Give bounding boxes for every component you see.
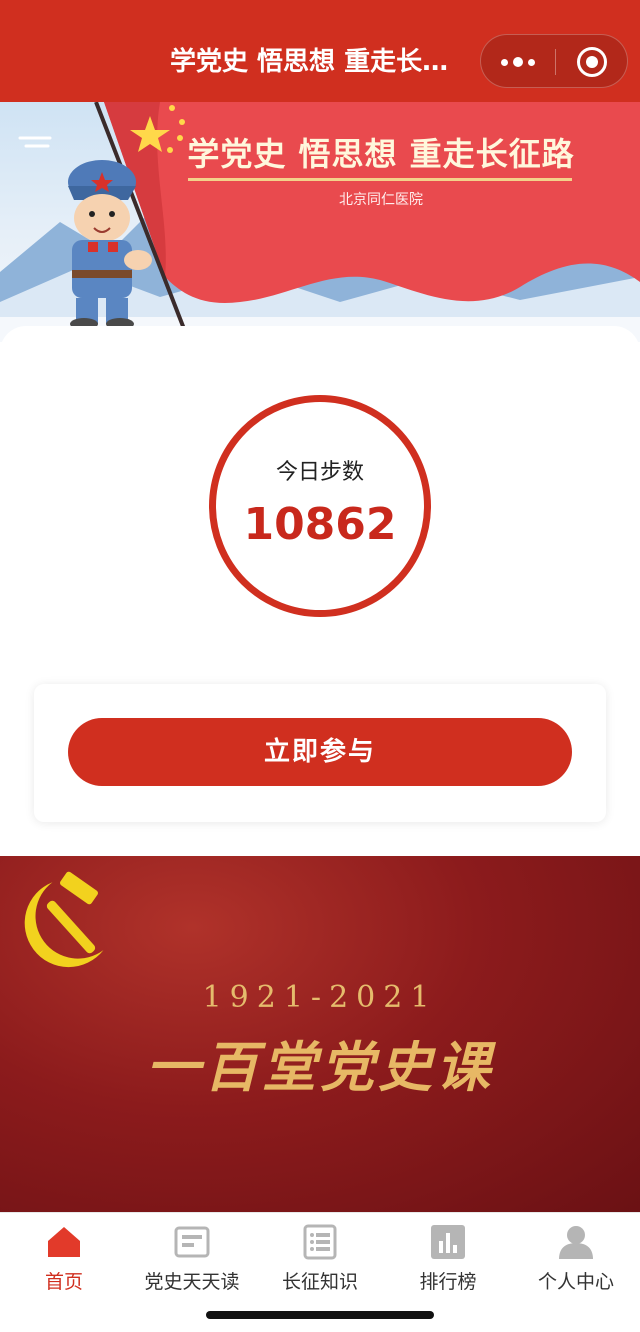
tab-label: 个人中心 <box>537 1271 614 1293</box>
step-label: 今日步数 <box>275 460 364 485</box>
tab-daily-reading[interactable]: 党史天天读 <box>128 1213 256 1303</box>
home-indicator <box>206 1311 434 1319</box>
tab-home[interactable]: 首页 <box>0 1213 128 1303</box>
banner-title: 学党史 悟思想 重走长征路 <box>187 135 575 173</box>
tab-ranking[interactable]: 排行榜 <box>384 1213 512 1303</box>
tab-label: 长征知识 <box>281 1271 358 1293</box>
join-panel: 立即参与 <box>34 684 606 822</box>
capsule-divider <box>555 49 556 75</box>
tab-label: 首页 <box>44 1271 83 1293</box>
tab-label: 党史天天读 <box>144 1271 240 1293</box>
page-title: 学党史 悟思想 重走长征路 <box>170 47 470 77</box>
banner-subtitle: 北京同仁医院 <box>339 192 423 208</box>
capsule-menu <box>480 34 628 88</box>
ranking-chart-icon <box>431 1225 465 1259</box>
step-counter-ring: 今日步数 10862 <box>209 395 431 617</box>
step-card: 今日步数 10862 立即参与 <box>0 326 640 856</box>
campaign-banner: 学党史 悟思想 重走长征路 北京同仁医院 <box>0 102 640 342</box>
mini-program-header: 学党史 悟思想 重走长征路 <box>0 0 640 102</box>
lesson-title: 一百堂党史课 <box>146 1035 494 1099</box>
bottom-tab-bar: 首页 党史天天读 长征知识 排行榜 个人中心 <box>0 1212 640 1332</box>
reading-icon <box>174 1226 210 1258</box>
target-close-icon[interactable] <box>577 47 607 77</box>
join-now-button[interactable]: 立即参与 <box>68 718 572 786</box>
knowledge-list-icon <box>303 1224 337 1260</box>
more-dots-icon[interactable] <box>481 35 555 89</box>
party-history-lesson-banner[interactable]: 1921-2021 一百堂党史课 <box>0 856 640 1212</box>
banner-underline <box>188 178 572 181</box>
user-profile-icon <box>559 1226 593 1259</box>
tab-long-march-knowledge[interactable]: 长征知识 <box>256 1213 384 1303</box>
tab-profile[interactable]: 个人中心 <box>512 1213 640 1303</box>
home-icon <box>48 1227 80 1257</box>
step-count: 10862 <box>243 499 397 550</box>
hammer-sickle-icon <box>24 871 104 968</box>
lesson-years: 1921-2021 <box>202 980 438 1015</box>
tab-label: 排行榜 <box>419 1271 477 1293</box>
page: 学党史 悟思想 重走长征路 学党史 悟思想 重走长征路 北京同仁医院 今日步数 … <box>0 0 640 1332</box>
